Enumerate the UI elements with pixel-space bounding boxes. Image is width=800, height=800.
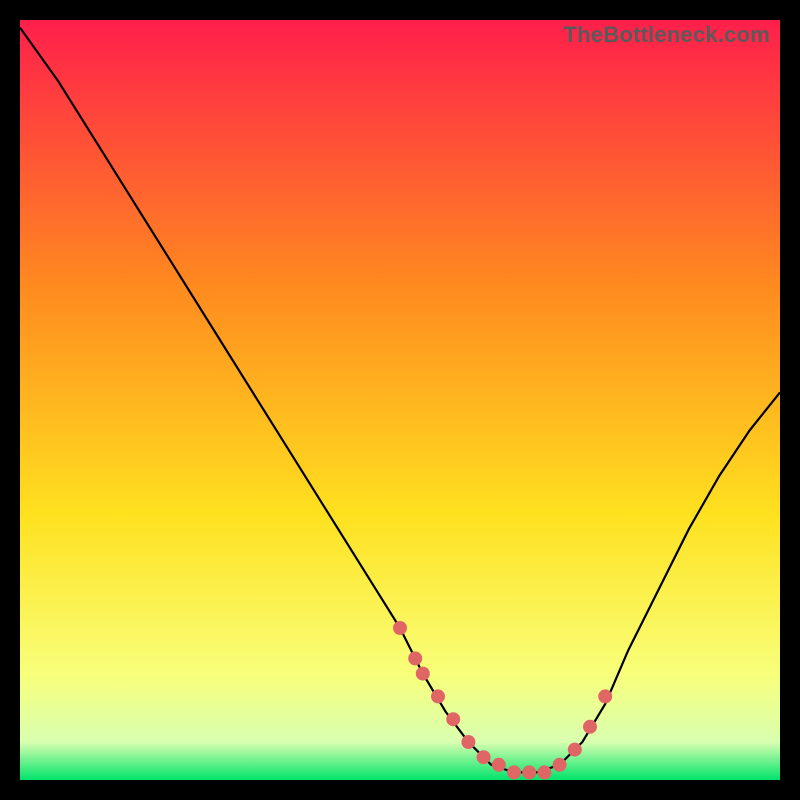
highlight-dot	[431, 689, 445, 703]
highlight-dot	[537, 765, 551, 779]
highlight-dot	[598, 689, 612, 703]
highlight-dot	[446, 712, 460, 726]
gradient-background	[20, 20, 780, 780]
highlight-dot	[393, 621, 407, 635]
attribution-text: TheBottleneck.com	[564, 22, 770, 48]
highlight-dot	[492, 758, 506, 772]
highlight-dot	[507, 765, 521, 779]
highlight-dot	[568, 743, 582, 757]
highlight-dot	[416, 667, 430, 681]
highlight-dot	[553, 758, 567, 772]
chart-frame: TheBottleneck.com	[20, 20, 780, 780]
highlight-dot	[477, 750, 491, 764]
highlight-dot	[408, 651, 422, 665]
highlight-dot	[583, 720, 597, 734]
highlight-dot	[522, 765, 536, 779]
highlight-dot	[461, 735, 475, 749]
chart-svg	[20, 20, 780, 780]
